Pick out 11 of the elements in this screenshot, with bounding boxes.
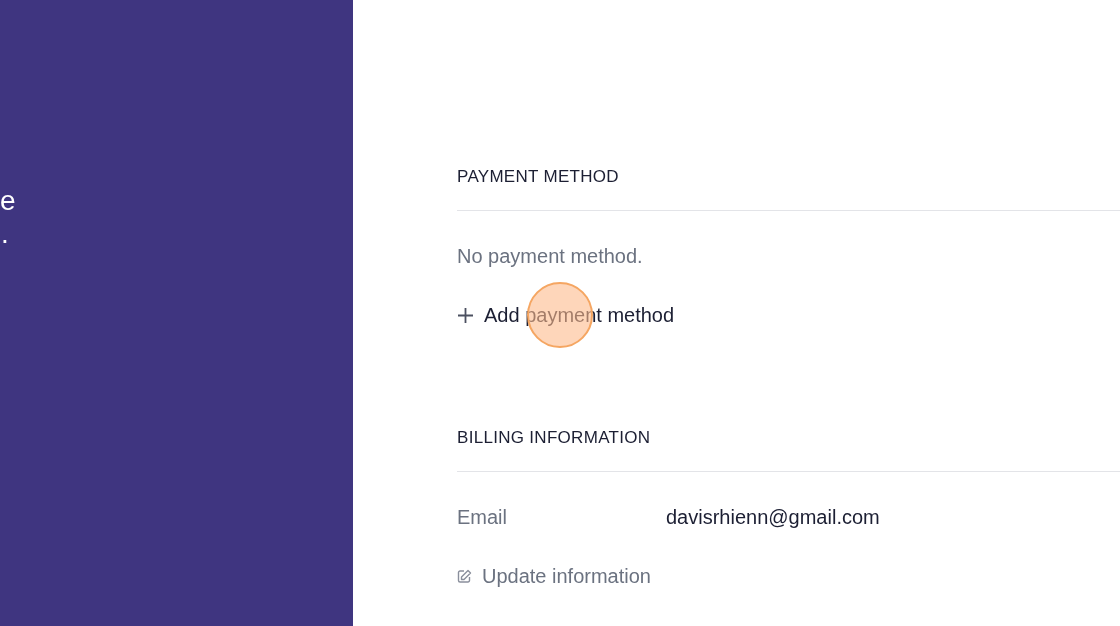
panel-text: . — [1, 224, 9, 251]
edit-icon — [457, 568, 472, 584]
field-label: Email — [457, 505, 508, 530]
section-heading: PAYMENT METHOD — [457, 166, 620, 188]
field-value: davisrhienn@gmail.com — [666, 505, 880, 530]
plus-icon — [457, 306, 474, 324]
update-information-link[interactable]: Update information — [457, 563, 651, 589]
section-heading: BILLING INFORMATION — [457, 427, 652, 449]
add-payment-link[interactable]: Add payment method — [457, 302, 675, 328]
empty-message: No payment method. — [457, 244, 644, 269]
panel-text: e — [0, 184, 16, 218]
